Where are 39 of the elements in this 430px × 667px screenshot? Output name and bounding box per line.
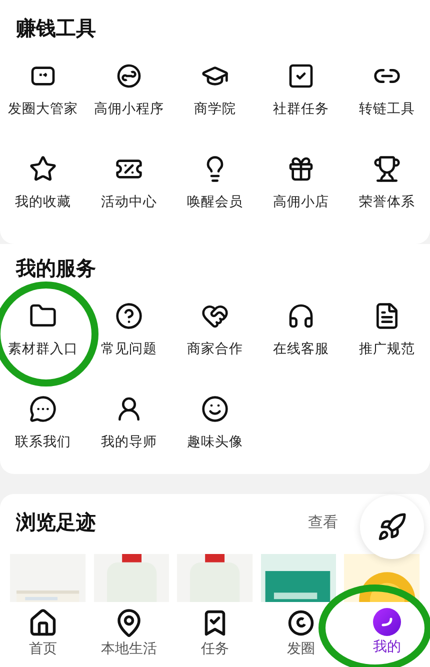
- home-icon: [28, 608, 58, 638]
- menu-item[interactable]: 荣誉体系: [344, 141, 430, 234]
- circle-icon: [286, 608, 316, 638]
- menu-item[interactable]: 在线客服: [258, 288, 344, 381]
- rocket-icon: [377, 512, 407, 542]
- tab-item[interactable]: 首页: [3, 608, 83, 658]
- menu-item[interactable]: 我的导师: [86, 381, 172, 474]
- menu-item[interactable]: 发圈大管家: [0, 48, 86, 141]
- tab-item[interactable]: 我的: [347, 608, 427, 656]
- avatar-icon: [373, 608, 401, 636]
- headset-icon: [287, 302, 315, 330]
- menu-item[interactable]: 活动中心: [86, 141, 172, 234]
- menu-item[interactable]: 我的收藏: [0, 141, 86, 234]
- menu-item[interactable]: 商学院: [172, 48, 258, 141]
- tab-item[interactable]: 本地生活: [89, 608, 169, 658]
- gift-box-icon: [287, 155, 315, 183]
- section-title: 我的服务: [14, 255, 97, 282]
- section-title: 赚钱工具: [15, 15, 97, 42]
- tab-item[interactable]: 发圈: [261, 608, 341, 658]
- star-icon: [29, 155, 57, 183]
- smile-icon: [201, 395, 229, 423]
- menu-item[interactable]: 转链工具: [344, 48, 430, 141]
- menu-item[interactable]: 推广规范: [344, 288, 430, 381]
- trophy-icon: [373, 155, 401, 183]
- menu-item[interactable]: 唤醒会员: [172, 141, 258, 234]
- chat-icon: [29, 395, 57, 423]
- check-icon: [287, 62, 315, 90]
- tab-item[interactable]: 任务: [175, 608, 255, 658]
- menu-item[interactable]: 商家合作: [172, 288, 258, 381]
- menu-item[interactable]: 素材群入口: [0, 288, 86, 381]
- view-more-link[interactable]: 查看: [308, 512, 338, 532]
- menu-item[interactable]: 高佣小店: [258, 141, 344, 234]
- menu-item[interactable]: 社群任务: [258, 48, 344, 141]
- help-icon: [115, 302, 143, 330]
- menu-item[interactable]: 联系我们: [0, 381, 86, 474]
- section-title: 浏览足迹: [14, 509, 97, 536]
- menu-item[interactable]: 常见问题: [86, 288, 172, 381]
- menu-item[interactable]: 趣味头像: [172, 381, 258, 474]
- menu-item[interactable]: 高佣小程序: [86, 48, 172, 141]
